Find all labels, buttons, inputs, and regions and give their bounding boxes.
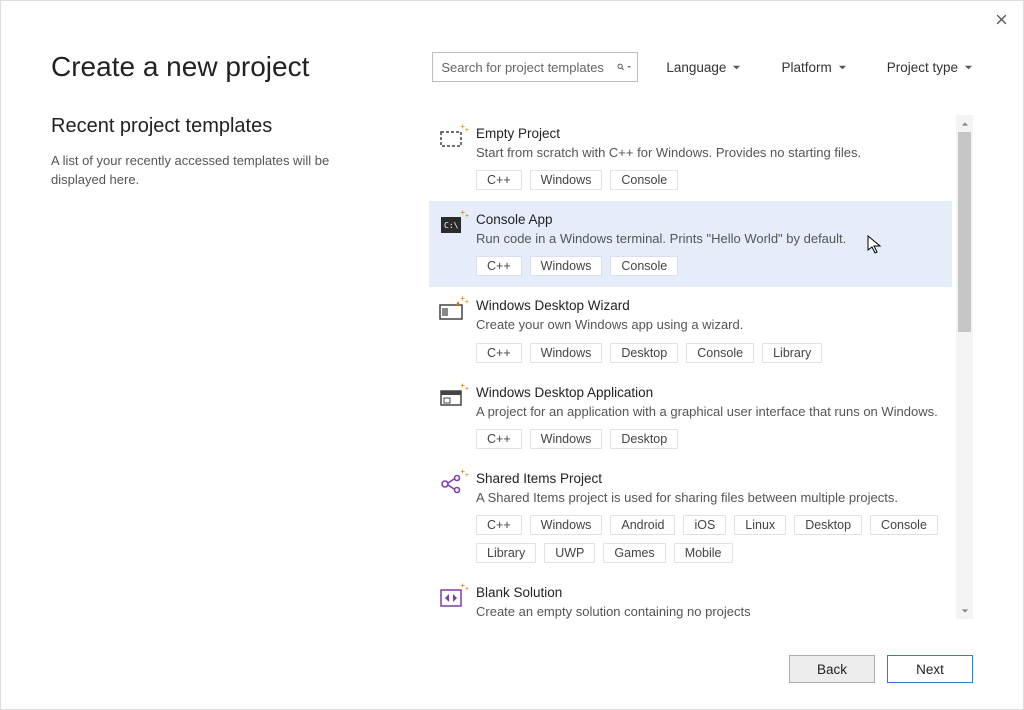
next-button[interactable]: Next <box>887 655 973 683</box>
scroll-down-button[interactable] <box>956 602 973 619</box>
scroll-up-button[interactable] <box>956 115 973 132</box>
template-body: Blank Solution Create an empty solution … <box>476 585 939 619</box>
template-item[interactable]: Shared Items Project A Shared Items proj… <box>429 460 952 574</box>
create-project-dialog: Create a new project Language Platform P… <box>0 0 1024 710</box>
template-tag: C++ <box>476 429 522 449</box>
template-tag: C++ <box>476 256 522 276</box>
template-title: Shared Items Project <box>476 471 939 486</box>
back-button[interactable]: Back <box>789 655 875 683</box>
search-box[interactable] <box>432 52 638 82</box>
scrollbar[interactable] <box>956 115 973 619</box>
template-tag: C++ <box>476 515 522 535</box>
template-tag: Console <box>610 170 678 190</box>
template-tags: C++ Windows Console <box>476 170 939 190</box>
template-description: Create an empty solution containing no p… <box>476 603 939 619</box>
template-tags: C++ Windows Desktop Console Library <box>476 343 939 363</box>
template-tag: Library <box>762 343 822 363</box>
template-tag: Games <box>603 543 665 563</box>
filter-bar: Language Platform Project type <box>666 60 973 75</box>
template-tags: C++ Windows Android iOS Linux Desktop Console L… <box>476 515 939 563</box>
close-button[interactable] <box>991 9 1011 29</box>
template-tag: Windows <box>530 170 603 190</box>
chevron-down-icon <box>732 63 741 72</box>
template-title: Blank Solution <box>476 585 939 600</box>
template-body: Console App Run code in a Windows termin… <box>476 212 939 276</box>
template-tag: Windows <box>530 429 603 449</box>
template-tags: C++ Windows Console <box>476 256 939 276</box>
recent-description: A list of your recently accessed templat… <box>51 152 331 190</box>
chevron-down-icon[interactable] <box>627 63 631 71</box>
template-title: Windows Desktop Application <box>476 385 939 400</box>
template-body: Empty Project Start from scratch with C+… <box>476 126 939 190</box>
close-icon <box>996 14 1007 25</box>
template-tag: Windows <box>530 515 603 535</box>
template-tags: C++ Windows Desktop <box>476 429 939 449</box>
template-tag: Linux <box>734 515 786 535</box>
template-description: A Shared Items project is used for shari… <box>476 489 939 507</box>
template-tag: C++ <box>476 343 522 363</box>
template-tag: iOS <box>683 515 726 535</box>
template-item[interactable]: C:\ Console App Run code in a Windows te… <box>429 201 952 287</box>
chevron-down-icon <box>961 607 969 615</box>
search-icon <box>617 60 625 74</box>
template-tag: Console <box>870 515 938 535</box>
chevron-up-icon <box>961 120 969 128</box>
template-item[interactable]: Windows Desktop Application A project fo… <box>429 374 952 460</box>
template-title: Console App <box>476 212 939 227</box>
template-item[interactable]: Blank Solution Create an empty solution … <box>429 574 952 619</box>
template-tag: Windows <box>530 256 603 276</box>
platform-filter[interactable]: Platform <box>781 60 846 75</box>
page-title: Create a new project <box>51 51 309 83</box>
footer: Back Next <box>789 655 973 683</box>
filter-label: Language <box>666 60 726 75</box>
template-tag: Console <box>610 256 678 276</box>
wizard-icon <box>438 300 464 322</box>
search-input[interactable] <box>441 60 617 75</box>
language-filter[interactable]: Language <box>666 60 741 75</box>
desktopapp-icon <box>438 387 464 409</box>
template-list[interactable]: Empty Project Start from scratch with C+… <box>429 115 956 619</box>
template-title: Windows Desktop Wizard <box>476 298 939 313</box>
header: Create a new project Language Platform P… <box>51 47 973 87</box>
template-tag: UWP <box>544 543 595 563</box>
template-title: Empty Project <box>476 126 939 141</box>
template-body: Windows Desktop Application A project fo… <box>476 385 939 449</box>
template-tag: Android <box>610 515 675 535</box>
recent-panel: Recent project templates A list of your … <box>51 115 371 190</box>
template-tag: Desktop <box>794 515 862 535</box>
template-tag: Console <box>686 343 754 363</box>
chevron-down-icon <box>964 63 973 72</box>
template-description: Run code in a Windows terminal. Prints "… <box>476 230 939 248</box>
template-list-container: Empty Project Start from scratch with C+… <box>429 115 973 619</box>
template-tag: C++ <box>476 170 522 190</box>
template-tag: Desktop <box>610 343 678 363</box>
chevron-down-icon <box>838 63 847 72</box>
template-description: A project for an application with a grap… <box>476 403 939 421</box>
shared-icon <box>438 473 464 495</box>
template-tag: Mobile <box>674 543 733 563</box>
template-item[interactable]: Windows Desktop Wizard Create your own W… <box>429 287 952 373</box>
filter-label: Platform <box>781 60 831 75</box>
template-body: Windows Desktop Wizard Create your own W… <box>476 298 939 362</box>
filter-label: Project type <box>887 60 958 75</box>
template-item[interactable]: Empty Project Start from scratch with C+… <box>429 115 952 201</box>
empty-icon <box>438 128 464 150</box>
scroll-thumb[interactable] <box>958 132 971 332</box>
solution-icon <box>438 587 464 609</box>
template-description: Start from scratch with C++ for Windows.… <box>476 144 939 162</box>
svg-text:C:\: C:\ <box>444 221 459 230</box>
template-tag: Windows <box>530 343 603 363</box>
project-type-filter[interactable]: Project type <box>887 60 973 75</box>
template-description: Create your own Windows app using a wiza… <box>476 316 939 334</box>
recent-heading: Recent project templates <box>51 115 371 138</box>
template-tag: Library <box>476 543 536 563</box>
console-icon: C:\ <box>438 214 464 236</box>
template-tag: Desktop <box>610 429 678 449</box>
template-body: Shared Items Project A Shared Items proj… <box>476 471 939 563</box>
